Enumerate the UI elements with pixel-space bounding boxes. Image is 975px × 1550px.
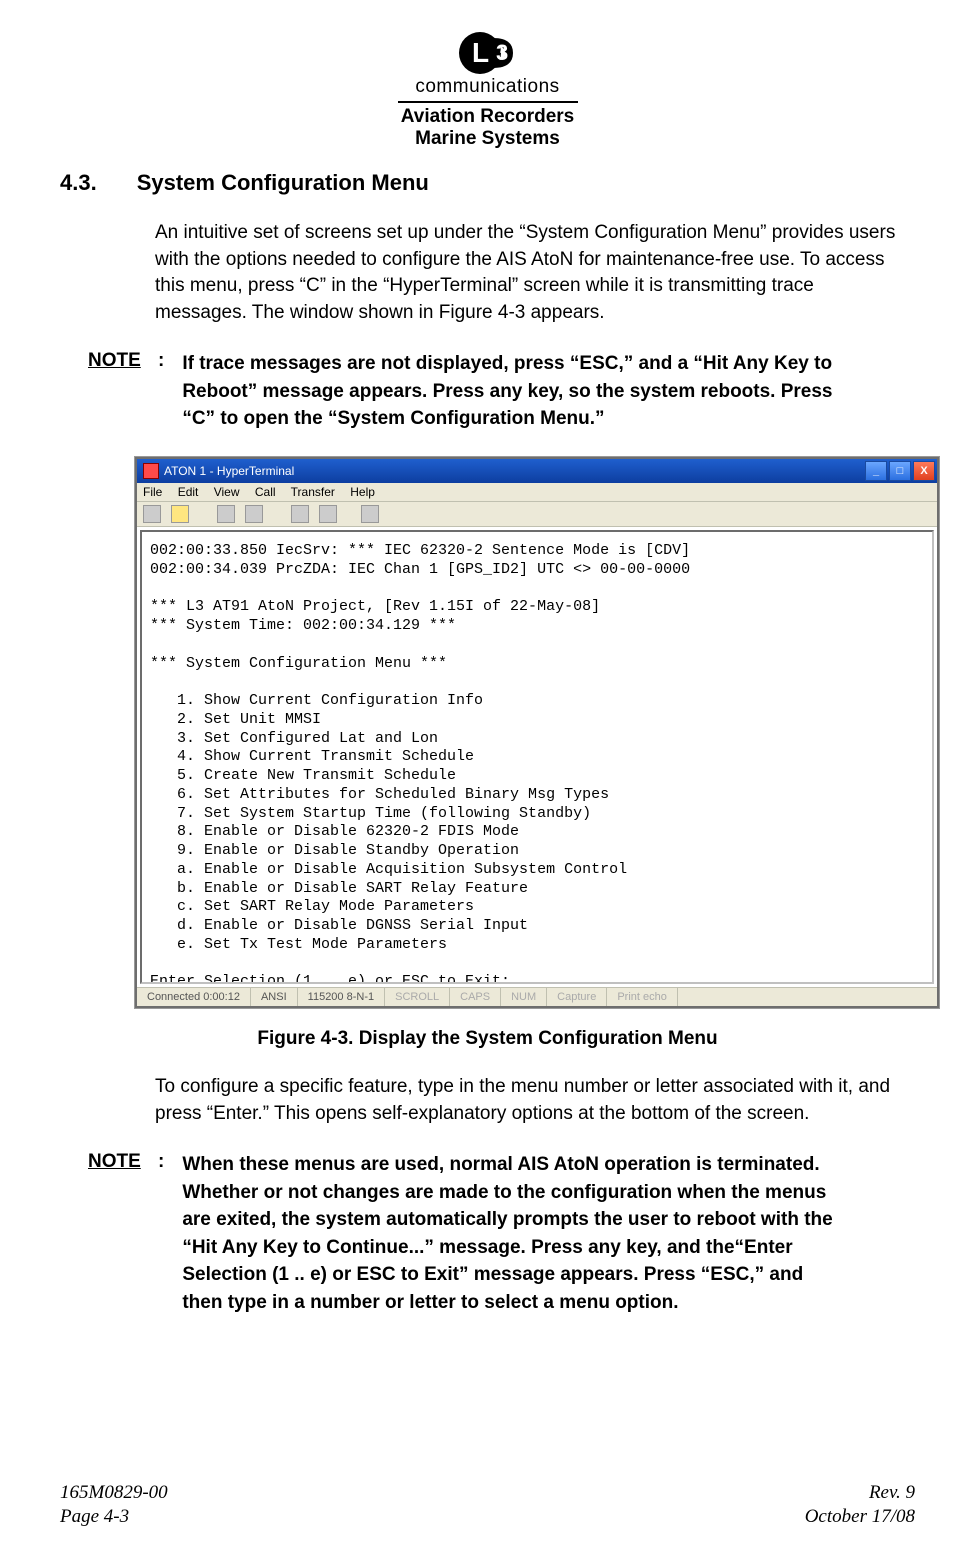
- toolbar: [137, 502, 937, 527]
- terminal-output[interactable]: 002:00:33.850 IecSrv: *** IEC 62320-2 Se…: [140, 530, 934, 984]
- note-1: NOTE: If trace messages are not displaye…: [88, 350, 915, 433]
- window-title: ATON 1 - HyperTerminal: [164, 464, 294, 478]
- footer-doc-number: 165M0829-00: [60, 1481, 168, 1506]
- open-icon[interactable]: [171, 505, 189, 523]
- status-caps: CAPS: [450, 988, 501, 1006]
- footer-page-number: Page 4-3: [60, 1505, 168, 1530]
- menu-bar: File Edit View Call Transfer Help: [137, 483, 937, 502]
- menu-view[interactable]: View: [214, 485, 240, 499]
- section-number: 4.3.: [60, 170, 97, 196]
- close-button[interactable]: X: [913, 461, 935, 481]
- footer-revision: Rev. 9: [805, 1481, 915, 1506]
- hangup-icon[interactable]: [245, 505, 263, 523]
- menu-help[interactable]: Help: [350, 485, 375, 499]
- paragraph-2: To configure a specific feature, type in…: [155, 1074, 905, 1127]
- status-baud: 115200 8-N-1: [298, 988, 385, 1006]
- page-footer: 165M0829-00 Page 4-3 Rev. 9 October 17/0…: [60, 1481, 915, 1530]
- status-bar: Connected 0:00:12 ANSI 115200 8-N-1 SCRO…: [137, 987, 937, 1006]
- note-2: NOTE: When these menus are used, normal …: [88, 1151, 915, 1316]
- call-icon[interactable]: [217, 505, 235, 523]
- new-icon[interactable]: [143, 505, 161, 523]
- menu-edit[interactable]: Edit: [178, 485, 199, 499]
- paragraph-1: An intuitive set of screens set up under…: [155, 220, 905, 326]
- header-subtitle-1: Aviation Recorders: [398, 106, 578, 128]
- footer-date: October 17/08: [805, 1505, 915, 1530]
- svg-text:L: L: [472, 37, 489, 68]
- window-titlebar: ATON 1 - HyperTerminal _ □ X: [137, 459, 937, 483]
- note-label: NOTE: [88, 350, 158, 433]
- menu-call[interactable]: Call: [255, 485, 276, 499]
- l3-logo-icon: L 3: [458, 30, 518, 76]
- figure-caption: Figure 4-3. Display the System Configura…: [60, 1028, 915, 1050]
- properties-icon[interactable]: [361, 505, 379, 523]
- maximize-button[interactable]: □: [889, 461, 911, 481]
- logo-communications: communications: [398, 76, 578, 98]
- minimize-button[interactable]: _: [865, 461, 887, 481]
- send-icon[interactable]: [291, 505, 309, 523]
- recv-icon[interactable]: [319, 505, 337, 523]
- note-label: NOTE: [88, 1151, 158, 1316]
- svg-text:3: 3: [496, 40, 508, 65]
- section-title: System Configuration Menu: [137, 170, 429, 196]
- header-subtitle-2: Marine Systems: [398, 128, 578, 150]
- status-echo: Print echo: [607, 988, 678, 1006]
- page-header: L 3 communications Aviation Recorders Ma…: [60, 30, 915, 150]
- status-scroll: SCROLL: [385, 988, 450, 1006]
- status-num: NUM: [501, 988, 547, 1006]
- logo: L 3 communications Aviation Recorders Ma…: [398, 30, 578, 150]
- status-connected: Connected 0:00:12: [137, 988, 251, 1006]
- menu-transfer[interactable]: Transfer: [291, 485, 335, 499]
- section-heading: 4.3. System Configuration Menu: [60, 170, 915, 196]
- status-capture: Capture: [547, 988, 607, 1006]
- figure-hyperterminal-window: ATON 1 - HyperTerminal _ □ X File Edit V…: [135, 457, 939, 1008]
- status-emulation: ANSI: [251, 988, 298, 1006]
- note-2-text: When these menus are used, normal AIS At…: [182, 1151, 842, 1316]
- note-1-text: If trace messages are not displayed, pre…: [182, 350, 842, 433]
- menu-file[interactable]: File: [143, 485, 162, 499]
- app-icon: [143, 463, 159, 479]
